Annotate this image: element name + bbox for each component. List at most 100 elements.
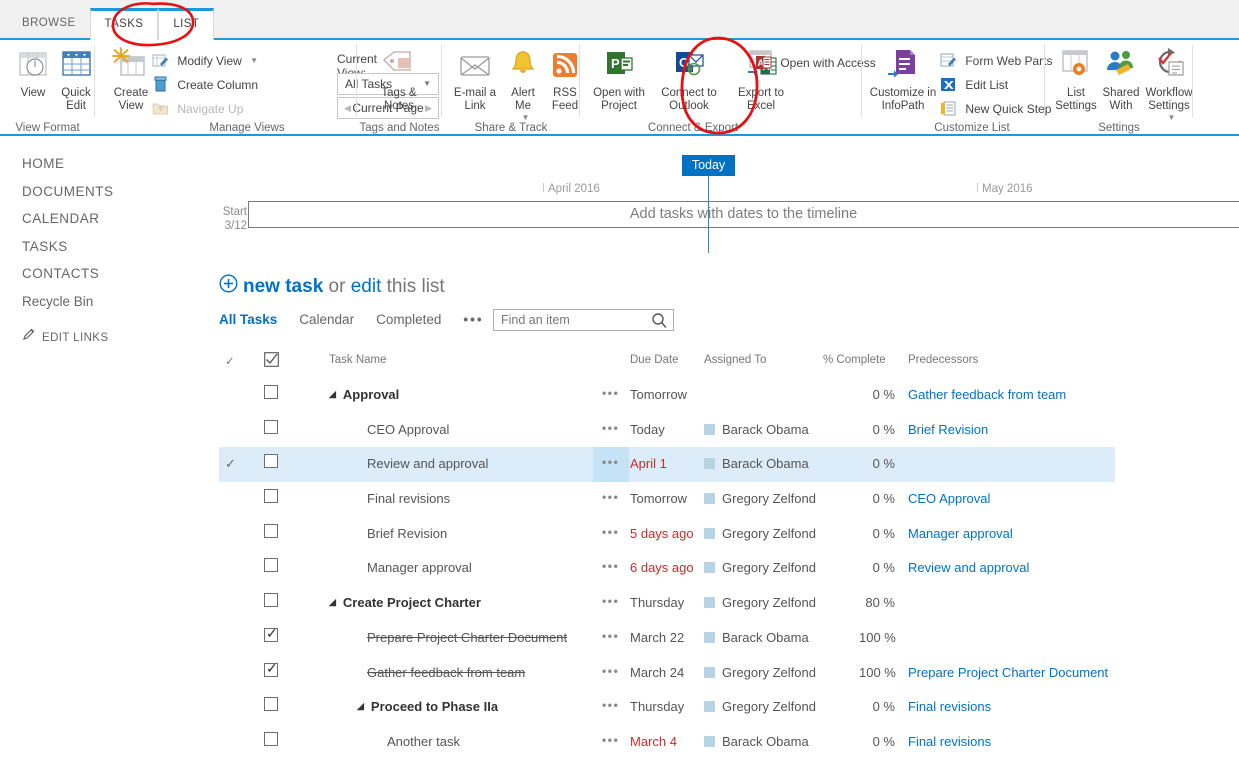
table-row[interactable]: ◢ Approval ••• Tomorrow 0 % Gather feedback f… (219, 378, 1219, 413)
row-checkbox[interactable] (264, 660, 278, 680)
chevron-down-icon[interactable]: ▼ (250, 50, 258, 72)
checkbox-unchecked-icon[interactable] (264, 419, 278, 434)
tags-and-notes-button[interactable]: Tags & Notes (368, 46, 430, 112)
row-checkbox[interactable] (264, 419, 278, 437)
open-with-access-button[interactable]: A Open with Access (755, 51, 876, 73)
plus-circle-icon[interactable] (219, 274, 238, 300)
row-predecessor-link[interactable]: Brief Revision (908, 422, 988, 437)
row-predecessor-link[interactable]: CEO Approval (908, 491, 990, 506)
header-assigned-to[interactable]: Assigned To (704, 354, 766, 366)
row-task-name[interactable]: Brief Revision (329, 526, 447, 541)
checkbox-unchecked-icon[interactable] (264, 731, 278, 746)
checkbox-unchecked-icon[interactable] (264, 593, 278, 608)
table-row[interactable]: Gather feedback from team ••• March 24 Greg… (219, 656, 1219, 691)
table-row[interactable]: ◢ Proceed to Phase IIa ••• Thursday Gregory … (219, 690, 1219, 725)
table-row[interactable]: Final revisions ••• Tomorrow Gregory Zelfon… (219, 482, 1219, 517)
row-checkbox[interactable] (264, 489, 278, 506)
row-context-menu-button[interactable]: ••• (602, 594, 619, 608)
row-task-name[interactable]: Prepare Project Charter Document (329, 630, 567, 645)
row-task-name[interactable]: Another task (329, 734, 460, 749)
checkbox-unchecked-icon[interactable] (264, 697, 278, 712)
collapse-triangle-icon[interactable]: ◢ (329, 597, 336, 608)
row-predecessor-link[interactable]: Gather feedback from team (908, 387, 1066, 402)
table-row[interactable]: CEO Approval ••• Today Barack Obama 0 % Brief… (219, 413, 1219, 448)
row-assigned-to[interactable]: Gregory Zelfond (704, 560, 816, 575)
table-row[interactable]: Manager approval ••• 6 days ago Gregory Zel… (219, 551, 1219, 586)
checkbox-unchecked-icon[interactable] (264, 385, 278, 399)
row-checkbox[interactable] (264, 454, 278, 471)
view-tabs-more-button[interactable]: ••• (463, 312, 483, 327)
row-context-menu-button[interactable]: ••• (602, 698, 619, 712)
tab-tasks[interactable]: TASKS (89, 8, 159, 40)
header-predecessors[interactable]: Predecessors (908, 354, 978, 366)
new-task-link[interactable]: new task (243, 276, 323, 297)
row-context-menu-button[interactable]: ••• (602, 733, 619, 747)
sidebar-item-home[interactable]: HOME (0, 150, 205, 178)
row-task-name[interactable]: Gather feedback from team (329, 665, 525, 680)
row-context-menu-button[interactable]: ••• (602, 490, 619, 504)
table-row[interactable]: Prepare Project Charter Document ••• March… (219, 621, 1219, 656)
checkbox-unchecked-icon[interactable] (264, 558, 278, 573)
search-icon[interactable] (651, 312, 668, 334)
row-context-menu-button[interactable]: ••• (602, 525, 619, 539)
header-select-all-checkbox[interactable] (264, 352, 279, 370)
row-context-menu-button[interactable]: ••• (602, 386, 619, 400)
modify-view-button[interactable]: Modify View ▼ (152, 49, 258, 71)
row-assigned-to[interactable]: Barack Obama (704, 630, 809, 645)
collapse-triangle-icon[interactable]: ◢ (357, 701, 364, 712)
row-task-name[interactable]: Final revisions (329, 491, 450, 506)
row-task-name[interactable]: ◢ Proceed to Phase IIa (329, 699, 498, 714)
edit-links-button[interactable]: EDIT LINKS (0, 328, 205, 348)
row-checkbox[interactable] (264, 625, 278, 645)
connect-to-outlook-button[interactable]: O Connect to Outlook (652, 46, 726, 112)
tab-list[interactable]: LIST (158, 8, 215, 40)
row-assigned-to[interactable]: Gregory Zelfond (704, 526, 816, 541)
row-predecessor-link[interactable]: Manager approval (908, 526, 1013, 541)
checkbox-unchecked-icon[interactable] (264, 489, 278, 504)
row-task-name[interactable]: ◢ Approval (329, 387, 399, 402)
row-checkbox[interactable] (264, 523, 278, 541)
edit-this-list-link[interactable]: edit (351, 276, 382, 297)
row-task-name[interactable]: CEO Approval (329, 422, 449, 437)
edit-list-button[interactable]: Edit List (940, 73, 1008, 95)
row-checkbox[interactable] (264, 731, 278, 749)
row-assigned-to[interactable]: Barack Obama (704, 422, 809, 437)
search-input[interactable] (494, 310, 644, 330)
checkbox-unchecked-icon[interactable] (264, 523, 278, 538)
header-due-date[interactable]: Due Date (630, 354, 679, 366)
sidebar-item-tasks[interactable]: TASKS (0, 233, 205, 261)
open-with-project-button[interactable]: P Open with Project (584, 46, 654, 112)
sidebar-item-recycle-bin[interactable]: Recycle Bin (0, 288, 205, 316)
row-context-menu-button[interactable]: ••• (602, 421, 619, 435)
new-quick-step-button[interactable]: New Quick Step (940, 97, 1051, 119)
table-row[interactable]: ◢ Create Project Charter ••• Thursday Gregor… (219, 586, 1219, 621)
row-assigned-to[interactable]: Gregory Zelfond (704, 699, 816, 714)
row-assigned-to[interactable]: Barack Obama (704, 734, 809, 749)
collapse-triangle-icon[interactable]: ◢ (329, 389, 336, 400)
create-column-button[interactable]: Create Column (152, 73, 258, 95)
view-tab-completed[interactable]: Completed (376, 312, 441, 327)
table-row[interactable]: Another task ••• March 4 Barack Obama 0 % Fin… (219, 725, 1219, 760)
customize-in-infopath-button[interactable]: Customize in InfoPath (864, 46, 942, 112)
row-context-menu-button[interactable]: ••• (602, 664, 619, 678)
row-task-name[interactable]: Manager approval (329, 560, 472, 575)
checkbox-checked-icon[interactable] (264, 660, 278, 677)
checkbox-checked-icon[interactable] (264, 625, 278, 642)
row-predecessor-link[interactable]: Prepare Project Charter Document (908, 665, 1108, 680)
row-context-menu-button[interactable]: ••• (602, 559, 619, 573)
row-assigned-to[interactable]: Gregory Zelfond (704, 595, 816, 610)
timeline-today-marker[interactable]: Today (682, 155, 735, 176)
row-assigned-to[interactable]: Gregory Zelfond (704, 491, 816, 506)
prev-page-icon[interactable]: ◀ (344, 98, 351, 118)
view-tab-all-tasks[interactable]: All Tasks (219, 312, 277, 327)
header-task-name[interactable]: Task Name (329, 354, 387, 366)
header-percent-complete[interactable]: % Complete (823, 354, 886, 366)
row-context-menu-button[interactable]: ••• (602, 629, 619, 643)
row-checkbox[interactable] (264, 385, 278, 402)
row-checkbox[interactable] (264, 558, 278, 575)
table-row[interactable]: ✓ Review and approval ••• April 1 Barack Oba… (219, 447, 1115, 483)
row-predecessor-link[interactable]: Review and approval (908, 560, 1029, 575)
row-checkbox[interactable] (264, 593, 278, 610)
row-task-name[interactable]: Review and approval (329, 456, 488, 471)
row-predecessor-link[interactable]: Final revisions (908, 734, 991, 749)
